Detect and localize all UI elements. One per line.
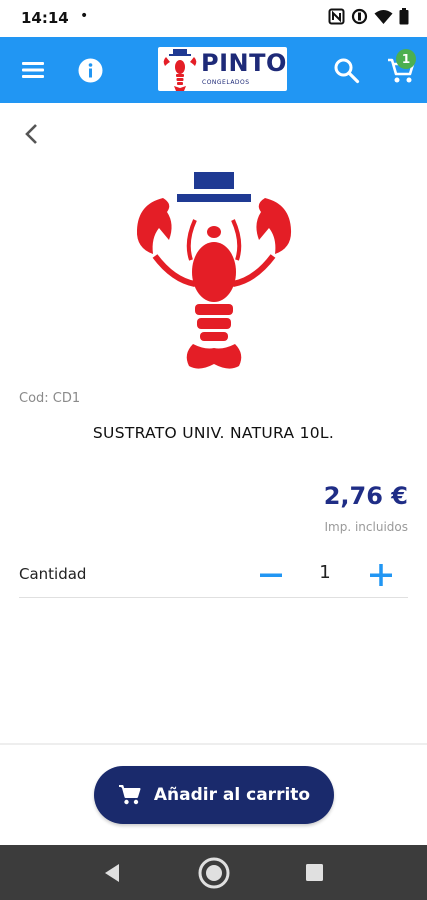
product-image — [133, 168, 295, 373]
chevron-left-icon — [25, 124, 37, 144]
brand-logo[interactable]: PINTO CONGELADOS — [158, 47, 287, 91]
search-button[interactable] — [333, 57, 360, 84]
app-bar: PINTO CONGELADOS 1 — [0, 37, 427, 103]
shopping-cart-icon — [118, 785, 141, 805]
product-code: Cod: CD1 — [19, 391, 81, 406]
quantity-row: Cantidad 1 — [19, 555, 408, 598]
add-to-cart-button[interactable]: Añadir al carrito — [94, 766, 334, 824]
quantity-increase-button[interactable] — [367, 561, 395, 589]
recents-square-icon — [306, 864, 323, 881]
data-saver-icon — [351, 8, 368, 25]
add-to-cart-label: Añadir al carrito — [153, 785, 311, 805]
back-button[interactable] — [22, 122, 42, 146]
status-time: 14:14 — [21, 9, 69, 27]
nfc-icon — [328, 8, 345, 25]
quantity-decrease-button[interactable] — [257, 561, 285, 589]
info-icon — [78, 58, 103, 83]
product-price: 2,76 € — [323, 482, 408, 510]
nav-recents-button[interactable] — [305, 863, 324, 882]
home-circle-icon — [198, 857, 230, 889]
tax-note: Imp. incluidos — [324, 520, 409, 534]
cart-count-badge: 1 — [396, 49, 416, 69]
lobster-logo-icon — [136, 172, 292, 369]
logo-subtitle: CONGELADOS — [202, 79, 250, 86]
status-icons — [328, 8, 409, 25]
minus-icon — [260, 573, 282, 577]
divider — [0, 743, 427, 745]
nav-home-button[interactable] — [198, 857, 230, 889]
battery-icon — [399, 8, 409, 25]
logo-wordmark: PINTO — [201, 49, 287, 77]
info-button[interactable] — [78, 58, 103, 83]
quantity-label: Cantidad — [19, 565, 87, 583]
menu-button[interactable] — [20, 58, 46, 82]
status-bar: 14:14 • — [0, 0, 427, 37]
wifi-icon — [374, 9, 393, 24]
notification-dot: • — [80, 8, 89, 24]
plus-icon — [370, 564, 392, 586]
hamburger-menu-icon — [22, 62, 44, 78]
nav-back-button[interactable] — [101, 862, 123, 884]
quantity-value: 1 — [319, 562, 331, 583]
product-title: SUSTRATO UNIV. NATURA 10L. — [92, 424, 335, 442]
search-icon — [334, 58, 360, 84]
lobster-logo-icon — [163, 49, 197, 91]
back-triangle-icon — [105, 864, 119, 882]
system-nav-bar — [0, 845, 427, 900]
